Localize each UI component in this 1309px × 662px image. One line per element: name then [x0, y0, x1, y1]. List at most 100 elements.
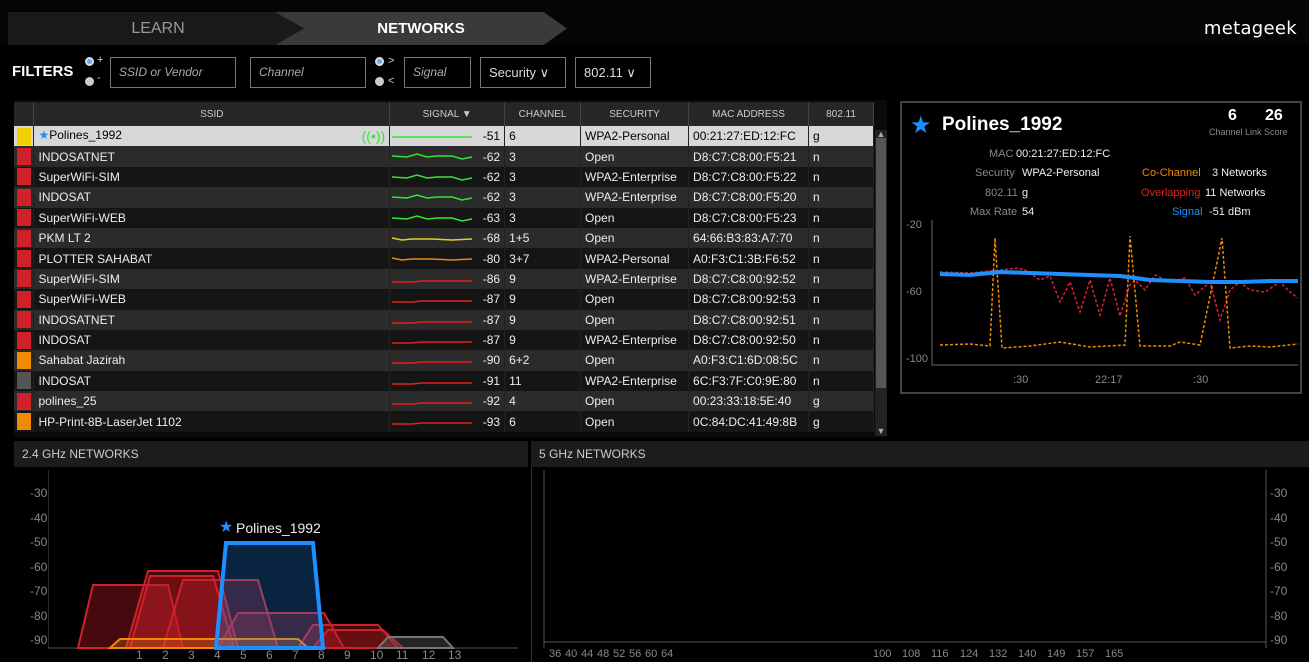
ssid-cell: Sahabat Jazirah — [33, 350, 391, 371]
detail-y-tick: -60 — [906, 286, 922, 298]
signal-cell: -62 — [389, 187, 506, 208]
table-row[interactable]: INDOSAT -62 3 WPA2-Enterprise D8:C7:C8:0… — [14, 187, 874, 208]
x-tick-24: 11 — [396, 648, 409, 662]
table-row[interactable]: SuperWiFi-WEB -63 3 Open D8:C7:C8:00:F5:… — [14, 207, 874, 228]
standard-cell: n — [808, 248, 874, 269]
standard-cell: g — [808, 391, 874, 412]
network-table: SSID SIGNAL ▼ CHANNEL SECURITY MAC ADDRE… — [14, 102, 874, 432]
table-row[interactable]: SuperWiFi-WEB -87 9 Open D8:C7:C8:00:92:… — [14, 289, 874, 310]
mac-header[interactable]: MAC ADDRESS — [688, 102, 810, 126]
y-tick-24: -30 — [30, 486, 48, 500]
y-tick-24: -60 — [30, 559, 48, 574]
ssid-cell: INDOSATNET — [33, 309, 391, 330]
security-header[interactable]: SECURITY — [580, 102, 690, 126]
standard-cell: n — [808, 309, 874, 330]
signal-gt-radio[interactable] — [375, 57, 384, 66]
scroll-up-icon[interactable]: ▲ — [875, 129, 887, 139]
y-tick-5: -80 — [1270, 608, 1288, 623]
y-tick-5: -40 — [1270, 510, 1288, 525]
x-tick-24: 10 — [370, 648, 384, 662]
network-shape — [375, 636, 456, 649]
mac-cell: 6C:F3:7F:C0:9E:80 — [688, 370, 810, 392]
ssid-cell: HP-Print-8B-LaserJet 1102 — [33, 411, 391, 432]
scrollbar-thumb[interactable] — [876, 138, 886, 388]
star-icon: ★ — [219, 519, 234, 536]
signal-lt-radio[interactable] — [375, 77, 384, 86]
table-row[interactable]: PKM LT 2 -68 1+5 Open 64:66:B3:83:A7:70 … — [14, 227, 874, 249]
x-tick-5: 48 — [597, 648, 610, 660]
security-cell: WPA2-Enterprise — [580, 187, 690, 208]
channel-cell: 3 — [504, 146, 582, 167]
signal-sparkline — [392, 341, 473, 344]
channel-header[interactable]: CHANNEL — [504, 102, 582, 126]
security-cell: WPA2-Personal — [580, 126, 690, 147]
tab-networks[interactable]: NETWORKS — [275, 12, 567, 45]
brand-logo: metageek — [1203, 18, 1297, 39]
mac-cell: D8:C7:C8:00:92:52 — [688, 268, 810, 290]
x-tick-5: 157 — [1076, 648, 1095, 660]
table-row[interactable]: ★Polines_1992 ((•)) -51 6 WPA2-Personal 0… — [14, 126, 874, 147]
channel-input[interactable]: Channel — [250, 57, 366, 88]
x-tick-24: 13 — [448, 648, 462, 662]
signal-value: -62 — [482, 169, 501, 184]
signal-sparkline — [392, 237, 473, 241]
overlap-value: 11 Networks — [1205, 187, 1266, 199]
standard-header[interactable]: 802.11 — [808, 102, 874, 126]
ssid-exclude-radio[interactable] — [85, 77, 94, 86]
ssid-include-radio[interactable] — [85, 57, 94, 66]
mac-cell: D8:C7:C8:00:92:53 — [688, 289, 810, 310]
table-row[interactable]: INDOSATNET -87 9 Open D8:C7:C8:00:92:51 … — [14, 309, 874, 330]
x-tick-24: 8 — [318, 648, 325, 662]
table-row[interactable]: SuperWiFi-SIM -86 9 WPA2-Enterprise D8:C… — [14, 268, 874, 290]
x-tick-5: 64 — [661, 648, 674, 660]
table-row[interactable]: SuperWiFi-SIM -62 3 WPA2-Enterprise D8:C… — [14, 166, 874, 188]
signal-sparkline — [392, 422, 473, 426]
detail-channel: 6 — [1228, 107, 1237, 124]
security-cell: WPA2-Enterprise — [580, 329, 690, 351]
security-cell: WPA2-Enterprise — [580, 370, 690, 392]
security-cell: Open — [580, 146, 690, 167]
include-plus-label: + — [97, 54, 104, 66]
security-cell: WPA2-Enterprise — [580, 268, 690, 290]
cochannel-value: 3 Networks — [1212, 167, 1268, 179]
scroll-down-icon[interactable]: ▼ — [875, 426, 887, 436]
security-dropdown[interactable]: Security ∨ — [480, 57, 566, 88]
channel-cell: 9 — [504, 309, 582, 330]
table-row[interactable]: INDOSATNET -62 3 Open D8:C7:C8:00:F5:21 … — [14, 146, 874, 167]
color-swatch — [14, 227, 35, 249]
channel-cell: 4 — [504, 391, 582, 412]
cochannel-series — [939, 235, 1298, 349]
x-tick-5: 60 — [645, 648, 658, 660]
table-row[interactable]: HP-Print-8B-LaserJet 1102 -93 6 Open 0C:… — [14, 411, 874, 432]
x-tick-5: 44 — [581, 648, 594, 660]
ssid-vendor-input[interactable]: SSID or Vendor — [110, 57, 236, 88]
star-icon: ★ — [910, 112, 932, 139]
table-row[interactable]: polines_25 -92 4 Open 00:23:33:18:5E:40 … — [14, 391, 874, 412]
channel-graph-5ghz — [543, 470, 1267, 648]
ssid-text: INDOSATNET — [38, 312, 115, 327]
signal-header[interactable]: SIGNAL ▼ — [389, 102, 506, 126]
ssid-text: PKM LT 2 — [38, 231, 91, 246]
table-row[interactable]: PLOTTER SAHABAT -80 3+7 WPA2-Personal A0… — [14, 248, 874, 269]
tab-learn[interactable]: LEARN — [8, 12, 308, 45]
signal-value: -51 — [482, 129, 501, 144]
ssid-header[interactable]: SSID — [33, 102, 391, 126]
standard-value: g — [1022, 187, 1029, 199]
signal-sparkline — [392, 257, 473, 262]
highlight-network-shape — [213, 541, 326, 650]
table-row[interactable]: INDOSAT -87 9 WPA2-Enterprise D8:C7:C8:0… — [14, 329, 874, 351]
signal-input[interactable]: Signal — [404, 57, 471, 88]
ssid-cell: SuperWiFi-WEB — [33, 207, 391, 228]
table-row[interactable]: INDOSAT -91 11 WPA2-Enterprise 6C:F3:7F:… — [14, 370, 874, 392]
x-tick-24: 12 — [422, 648, 436, 662]
table-row[interactable]: Sahabat Jazirah -90 6+2 Open A0:F3:C1:6D… — [14, 350, 874, 371]
color-swatch — [14, 370, 35, 392]
ssid-text: INDOSAT — [38, 373, 91, 388]
standard-label: 802.11 — [985, 187, 1018, 199]
mac-cell: 0C:84:DC:41:49:8B — [688, 411, 810, 432]
detail-link-score-label: Link Score — [1245, 127, 1288, 137]
standard-cell: n — [808, 166, 874, 188]
standard-dropdown[interactable]: 802.11 ∨ — [575, 57, 651, 88]
gt-label: > — [388, 55, 395, 67]
color-swatch — [14, 166, 35, 188]
